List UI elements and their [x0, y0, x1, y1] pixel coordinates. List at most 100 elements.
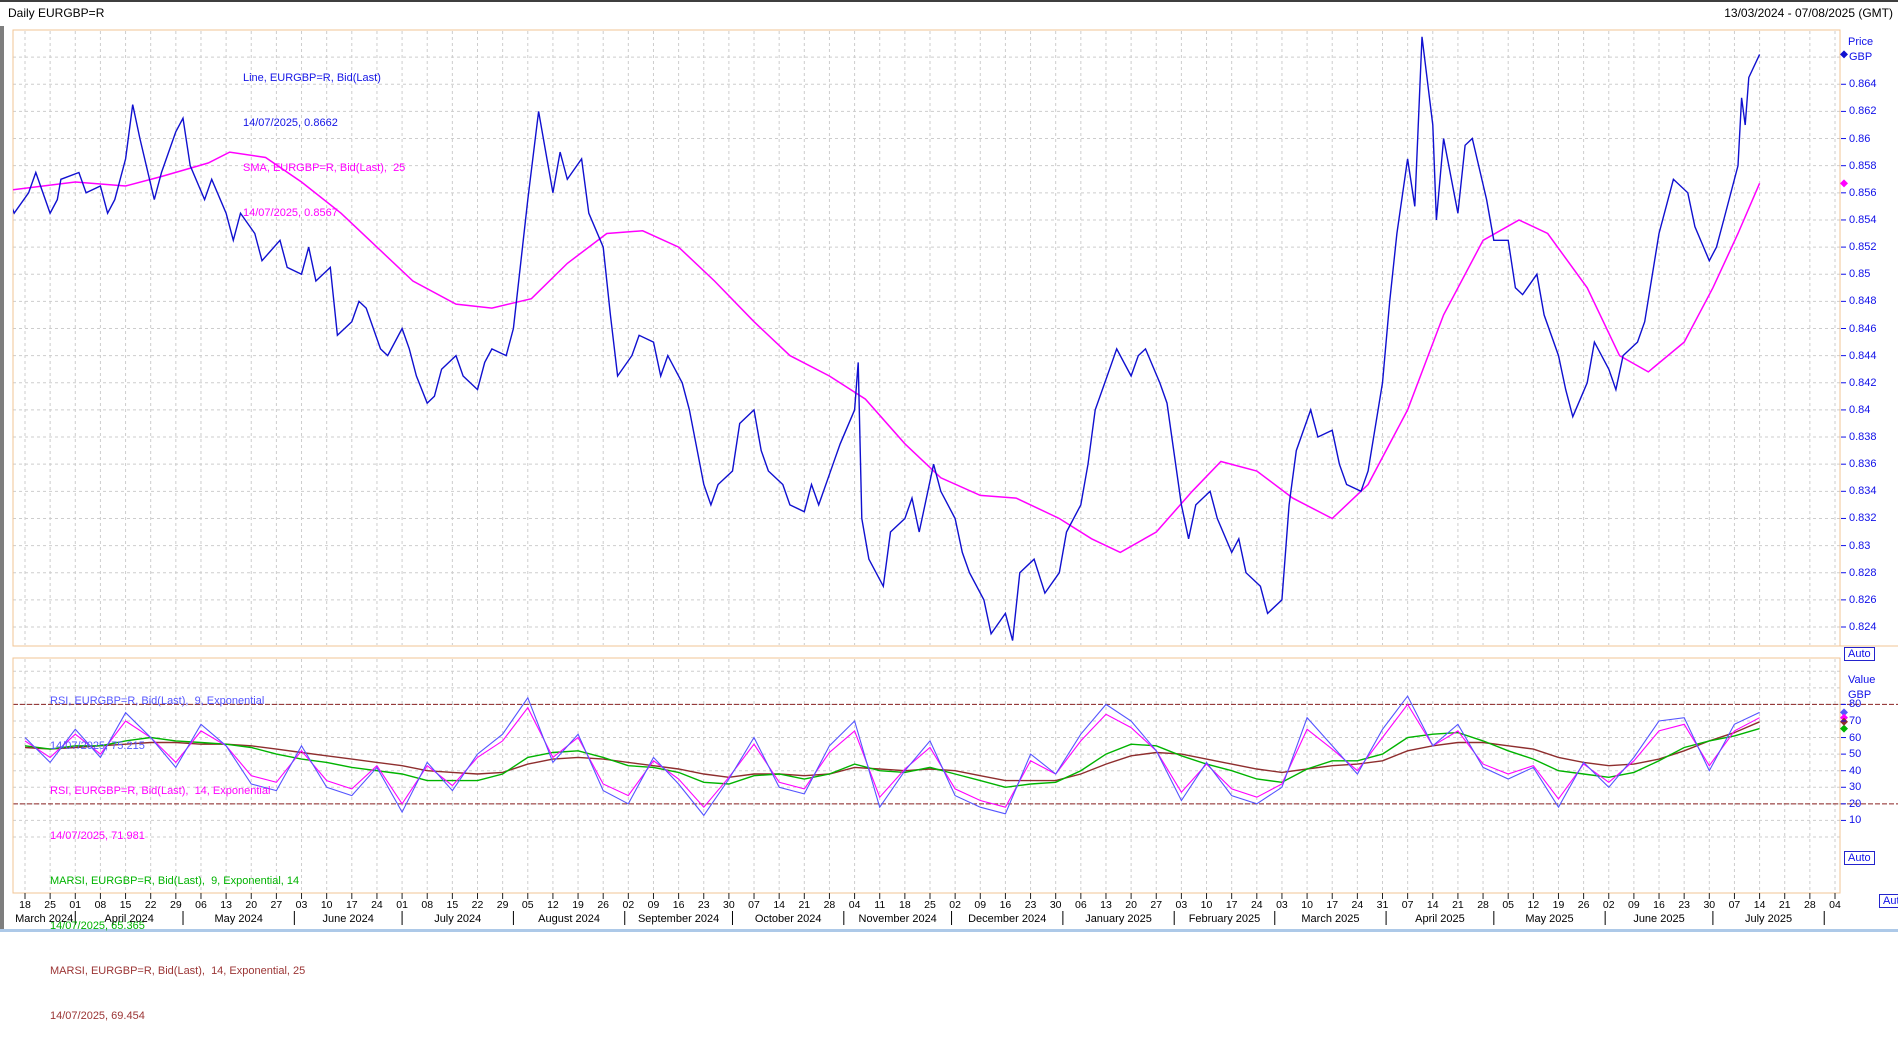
- price-tick-label: 0.84: [1849, 404, 1870, 416]
- date-tick-label: 21: [1774, 900, 1796, 911]
- date-tick-label: 24: [366, 900, 388, 911]
- price-tick-label: 0.858: [1849, 160, 1877, 172]
- date-tick-label: 19: [567, 900, 589, 911]
- date-tick-label: 25: [39, 900, 61, 911]
- date-tick-label: 23: [1020, 900, 1042, 911]
- price-tick-label: 0.85: [1849, 268, 1870, 280]
- price-tick-label: 0.86: [1849, 133, 1870, 145]
- date-tick-label: 26: [1573, 900, 1595, 911]
- marsi14-legend-value: 14/07/2025, 69.454: [50, 1009, 305, 1024]
- price-tick-label: 0.828: [1849, 567, 1877, 579]
- date-tick-label: 06: [190, 900, 212, 911]
- price-tick-label: 0.826: [1849, 594, 1877, 606]
- price-tick-label: 0.862: [1849, 105, 1877, 117]
- date-tick-label: 28: [818, 900, 840, 911]
- date-tick-label: 13: [215, 900, 237, 911]
- price-axis-title: Price: [1848, 36, 1873, 48]
- time-axis-auto-button[interactable]: Auto: [1879, 894, 1898, 908]
- price-tick-label: 0.852: [1849, 241, 1877, 253]
- price-tick-label: 0.844: [1849, 350, 1877, 362]
- date-tick-label: 23: [1673, 900, 1695, 911]
- date-tick-label: 17: [1221, 900, 1243, 911]
- date-tick-label: 07: [1723, 900, 1745, 911]
- rsi-tick-label: 20: [1849, 798, 1861, 810]
- date-tick-label: 14: [768, 900, 790, 911]
- marsi14-legend-name: MARSI, EURGBP=R, Bid(Last), 14, Exponent…: [50, 964, 305, 979]
- price-tick-label: 0.832: [1849, 512, 1877, 524]
- price-axis-auto-button[interactable]: Auto: [1844, 647, 1875, 661]
- price-tick-label: 0.856: [1849, 187, 1877, 199]
- price-tick-label: 0.83: [1849, 540, 1870, 552]
- date-tick-label: 21: [793, 900, 815, 911]
- month-label: July 2025: [1704, 913, 1834, 925]
- date-tick-label: 03: [1170, 900, 1192, 911]
- rsi-tick-label: 30: [1849, 781, 1861, 793]
- date-tick-label: 15: [115, 900, 137, 911]
- rsi-axis-title: Value: [1848, 674, 1875, 686]
- sma-last-marker-diamond: [1840, 179, 1848, 187]
- rsi-tick-label: 50: [1849, 748, 1861, 760]
- date-tick-label: 16: [994, 900, 1016, 911]
- date-tick-label: 04: [844, 900, 866, 911]
- date-tick-label: 21: [1447, 900, 1469, 911]
- marsi14-last-marker-diamond: [1840, 718, 1848, 726]
- rsi-tick-label: 80: [1849, 698, 1861, 710]
- date-tick-label: 28: [1472, 900, 1494, 911]
- date-tick-label: 22: [140, 900, 162, 911]
- date-tick-label: 26: [592, 900, 614, 911]
- price-tick-label: 0.842: [1849, 377, 1877, 389]
- rsi-axis-auto-button[interactable]: Auto: [1844, 851, 1875, 865]
- date-tick-label: 16: [1648, 900, 1670, 911]
- date-tick-label: 05: [517, 900, 539, 911]
- date-tick-label: 27: [1145, 900, 1167, 911]
- date-tick-label: 13: [1095, 900, 1117, 911]
- rsi14-legend-name: RSI, EURGBP=R, Bid(Last), 14, Exponentia…: [50, 784, 305, 799]
- date-tick-label: 09: [1623, 900, 1645, 911]
- rsi-tick-label: 10: [1849, 814, 1861, 826]
- rsi9-legend-value: 14/07/2025, 75.215: [50, 739, 305, 754]
- price-tick-label: 0.864: [1849, 78, 1877, 90]
- price-axis-unit: GBP: [1849, 51, 1872, 63]
- date-tick-label: 02: [944, 900, 966, 911]
- date-tick-label: 01: [391, 900, 413, 911]
- date-tick-label: 02: [617, 900, 639, 911]
- date-tick-label: 31: [1372, 900, 1394, 911]
- rsi-tick-label: 60: [1849, 732, 1861, 744]
- price-tick-label: 0.846: [1849, 323, 1877, 335]
- date-tick-label: 12: [542, 900, 564, 911]
- date-tick-label: 17: [341, 900, 363, 911]
- date-tick-label: 25: [919, 900, 941, 911]
- rsi14-legend-value: 14/07/2025, 71.981: [50, 829, 305, 844]
- price-legend-line-name: Line, EURGBP=R, Bid(Last): [243, 71, 405, 86]
- date-tick-label: 03: [1271, 900, 1293, 911]
- date-tick-label: 30: [718, 900, 740, 911]
- price-tick-label: 0.824: [1849, 621, 1877, 633]
- rsi-tick-label: 70: [1849, 715, 1861, 727]
- date-tick-label: 20: [1120, 900, 1142, 911]
- rsi-tick-label: 40: [1849, 765, 1861, 777]
- marsi9-legend-name: MARSI, EURGBP=R, Bid(Last), 9, Exponenti…: [50, 874, 305, 889]
- date-tick-label: 09: [642, 900, 664, 911]
- date-tick-label: 15: [441, 900, 463, 911]
- date-tick-label: 05: [1497, 900, 1519, 911]
- date-tick-label: 24: [1246, 900, 1268, 911]
- date-tick-label: 30: [1698, 900, 1720, 911]
- date-tick-label: 23: [693, 900, 715, 911]
- date-tick-label: 07: [1397, 900, 1419, 911]
- date-tick-label: 18: [14, 900, 36, 911]
- date-tick-label: 08: [89, 900, 111, 911]
- date-tick-label: 11: [869, 900, 891, 911]
- date-tick-label: 29: [492, 900, 514, 911]
- price-tick-label: 0.834: [1849, 485, 1877, 497]
- price-legend-sma-value: 14/07/2025, 0.8567: [243, 206, 405, 221]
- price-legend-sma-name: SMA, EURGBP=R, Bid(Last), 25: [243, 161, 405, 176]
- date-tick-label: 10: [316, 900, 338, 911]
- price-legend: Line, EURGBP=R, Bid(Last) 14/07/2025, 0.…: [243, 41, 405, 236]
- date-tick-label: 24: [1346, 900, 1368, 911]
- date-tick-label: 03: [291, 900, 313, 911]
- date-tick-label: 28: [1799, 900, 1821, 911]
- date-tick-label: 27: [265, 900, 287, 911]
- date-tick-label: 20: [240, 900, 262, 911]
- date-tick-label: 19: [1547, 900, 1569, 911]
- date-tick-label: 01: [64, 900, 86, 911]
